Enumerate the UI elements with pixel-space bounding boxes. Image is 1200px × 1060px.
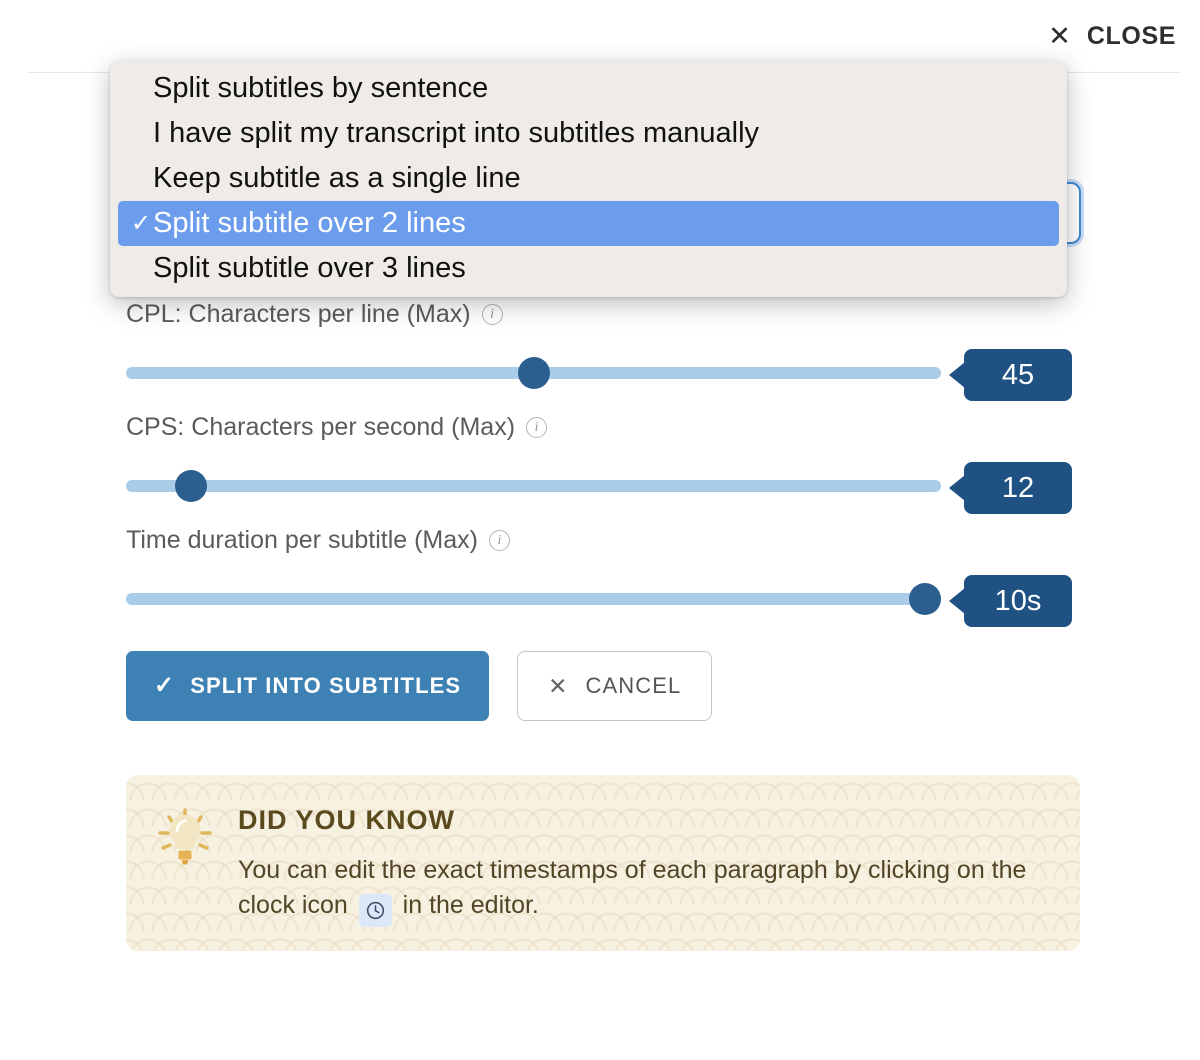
- slider-label-text: CPL: Characters per line (Max): [126, 300, 471, 328]
- slider-group-duration: Time duration per subtitle (Max) i 10s: [126, 526, 1076, 627]
- tip-title: DID YOU KNOW: [238, 805, 456, 835]
- slider-label-cps: CPS: Characters per second (Max) i: [126, 413, 1076, 442]
- slider-group-cps: CPS: Characters per second (Max) i 12: [126, 413, 1076, 514]
- check-icon: ✓: [131, 210, 152, 237]
- split-into-subtitles-button[interactable]: ✓ SPLIT INTO SUBTITLES: [126, 651, 490, 721]
- cancel-button[interactable]: ✕ CANCEL: [517, 651, 713, 721]
- dropdown-option-label: Keep subtitle as a single line: [153, 162, 521, 194]
- info-icon[interactable]: i: [526, 417, 548, 438]
- tip-text: You can edit the exact timestamps of eac…: [236, 853, 1048, 927]
- dropdown-option-label: I have split my transcript into subtitle…: [153, 117, 760, 149]
- info-icon[interactable]: i: [488, 530, 510, 551]
- dropdown-option[interactable]: ✓ I have split my transcript into subtit…: [110, 111, 1067, 156]
- did-you-know-panel: DID YOU KNOW You can edit the exact time…: [126, 775, 1080, 951]
- slider-thumb-cps[interactable]: [175, 470, 208, 502]
- tip-text-before: You can edit the exact timestamps of eac…: [238, 856, 1027, 919]
- slider-value-badge-cps: 12: [949, 462, 1072, 514]
- slider-row-cps: 12: [126, 458, 1076, 514]
- split-mode-dropdown-menu[interactable]: ✓ Split subtitles by sentence ✓ I have s…: [110, 61, 1067, 297]
- split-into-subtitles-label: SPLIT INTO SUBTITLES: [190, 673, 462, 698]
- slider-label-text: Time duration per subtitle (Max): [126, 526, 478, 554]
- split-subtitles-panel: ✕ CLOSE ✓ Split subtitles by sentence ✓ …: [0, 0, 1200, 1060]
- info-icon[interactable]: i: [481, 304, 503, 325]
- action-buttons: ✓ SPLIT INTO SUBTITLES ✕ CANCEL: [126, 651, 713, 721]
- slider-thumb-duration[interactable]: [908, 583, 941, 615]
- check-icon: ✓: [154, 672, 176, 699]
- dropdown-option[interactable]: ✓ Split subtitle over 3 lines: [110, 246, 1067, 291]
- lightbulb-icon: [156, 807, 214, 869]
- dropdown-option-label: Split subtitle over 3 lines: [153, 252, 466, 284]
- slider-row-duration: 10s: [126, 571, 1076, 627]
- tip-text-after: in the editor.: [402, 890, 539, 919]
- slider-track-duration[interactable]: [126, 593, 941, 605]
- slider-label-cpl: CPL: Characters per line (Max) i: [126, 300, 1076, 329]
- dropdown-option-selected[interactable]: ✓ Split subtitle over 2 lines: [118, 201, 1059, 246]
- dropdown-option-label: Split subtitle over 2 lines: [153, 207, 466, 239]
- close-x-icon: ✕: [548, 672, 569, 699]
- close-button-label: CLOSE: [1086, 21, 1176, 50]
- close-button[interactable]: ✕ CLOSE: [1046, 18, 1178, 55]
- dropdown-option[interactable]: ✓ Split subtitles by sentence: [110, 66, 1067, 111]
- cancel-label: CANCEL: [585, 673, 682, 698]
- slider-label-text: CPS: Characters per second (Max): [126, 413, 516, 441]
- dropdown-option[interactable]: ✓ Keep subtitle as a single line: [110, 156, 1067, 201]
- slider-value-badge-duration: 10s: [949, 575, 1072, 627]
- slider-track-cps[interactable]: [126, 480, 941, 492]
- dropdown-option-label: Split subtitles by sentence: [153, 72, 489, 104]
- slider-row-cpl: 45: [126, 345, 1076, 401]
- slider-thumb-cpl[interactable]: [517, 357, 550, 389]
- slider-group-cpl: CPL: Characters per line (Max) i 45: [126, 300, 1076, 401]
- clock-icon[interactable]: [358, 893, 392, 927]
- tip-body: DID YOU KNOW You can edit the exact time…: [236, 805, 1048, 951]
- slider-value-badge-cpl: 45: [949, 349, 1072, 401]
- slider-label-duration: Time duration per subtitle (Max) i: [126, 526, 1076, 555]
- close-x-icon: ✕: [1048, 20, 1071, 51]
